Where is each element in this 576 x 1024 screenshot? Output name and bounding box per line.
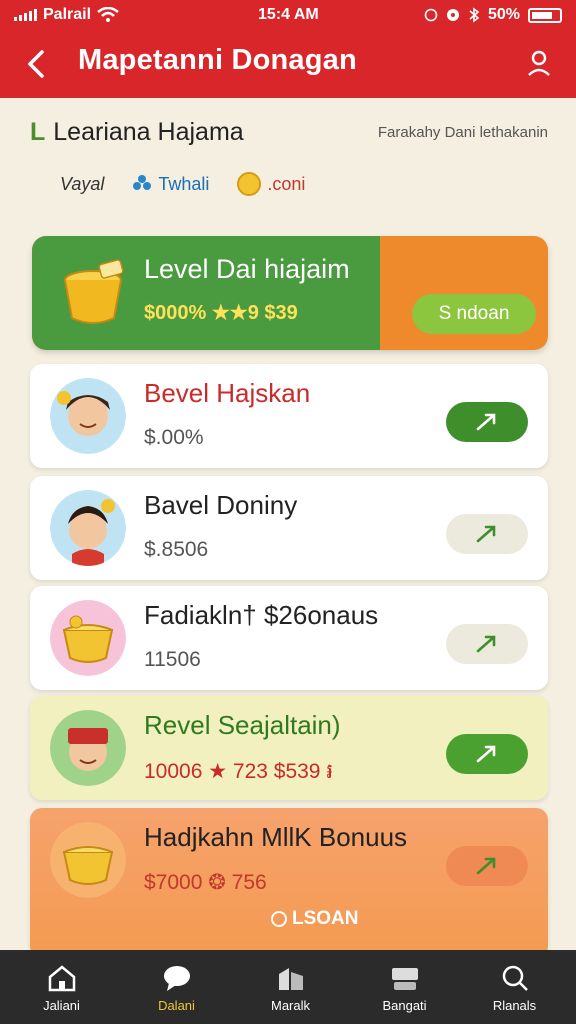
share-button[interactable] — [446, 734, 528, 774]
list-item[interactable]: Bevel Hajskan $.00% — [30, 364, 548, 468]
nav-label: Jaliani — [43, 998, 80, 1013]
section-subtitle: Farakahy Dani lethakanin — [377, 124, 548, 141]
nav-label: Bangati — [382, 998, 427, 1013]
filter-chips: Vayal Twhali .coni — [60, 172, 305, 196]
chip-label: .coni — [267, 173, 306, 194]
avatar — [50, 490, 126, 566]
item-subtitle: 10006 ★ 723 $539 ៛ — [144, 760, 333, 783]
bucket-icon — [64, 259, 124, 324]
nav-chat[interactable]: Dalani — [119, 950, 234, 1024]
item-title: Bavel Doniny — [144, 490, 298, 520]
nav-label: Dalani — [158, 998, 195, 1013]
carrier-label: Palrail — [43, 6, 92, 23]
share-button[interactable] — [446, 514, 528, 554]
flower-icon — [133, 175, 152, 190]
share-arrow-icon — [476, 857, 496, 875]
avatar — [50, 710, 126, 786]
share-arrow-icon — [476, 745, 496, 763]
avatar — [50, 378, 126, 454]
section-title-text: Leariana Hajama — [53, 118, 244, 146]
list-item[interactable]: Bavel Doniny $.8506 — [30, 476, 548, 580]
featured-meta: $000% ★★9 $39 — [144, 302, 298, 324]
card-icon — [391, 968, 418, 990]
coin-icon — [237, 172, 262, 196]
bluetooth-icon — [469, 7, 480, 23]
search-icon — [502, 965, 528, 991]
nav-home[interactable]: Jaliani — [4, 950, 119, 1024]
loan-icon — [271, 911, 287, 927]
alarm-icon — [424, 8, 438, 22]
chip-coni[interactable]: .coni — [237, 172, 305, 196]
back-button[interactable] — [22, 46, 52, 82]
loan-badge[interactable]: LSOAN — [270, 908, 359, 930]
list-item[interactable]: Revel Seajaltain) 10006 ★ 723 $539 ៛ — [30, 696, 548, 800]
battery-percent: 50% — [487, 6, 520, 23]
item-subtitle: 11506 — [144, 648, 201, 671]
building-icon — [278, 968, 303, 990]
basket-icon — [50, 822, 126, 898]
nav-label: Rlanals — [492, 998, 537, 1013]
nav-bangati[interactable]: Bangati — [347, 950, 462, 1024]
battery-icon — [528, 7, 562, 23]
item-title: Hadjkahn MllK Bonuus — [144, 822, 408, 852]
item-subtitle: $.8506 — [144, 538, 209, 561]
share-button[interactable] — [446, 624, 528, 664]
location-icon — [446, 9, 459, 21]
page-title: Mapetanni Donagan — [78, 44, 357, 76]
profile-button[interactable] — [524, 48, 554, 78]
signal-icon — [14, 9, 37, 21]
featured-title: Level Dai hiajaim — [144, 254, 350, 284]
app-header: Palrail 15:4 AM 50% Mapetanni Donagan — [0, 0, 576, 98]
share-button[interactable] — [446, 846, 528, 886]
item-title: Revel Seajaltain) — [144, 710, 341, 740]
section-mark: L — [30, 118, 46, 146]
chip-twhali[interactable]: Twhali — [132, 174, 209, 195]
nav-market[interactable]: Maralk — [233, 950, 348, 1024]
item-subtitle: $7000 ❂ 756 — [144, 871, 267, 894]
item-subtitle: $.00% — [144, 426, 204, 449]
share-arrow-icon — [476, 413, 496, 431]
item-title: Bevel Hajskan — [144, 378, 311, 408]
section-title: L Leariana Hajama — [30, 118, 244, 147]
nav-search[interactable]: Rlanals — [457, 950, 572, 1024]
nav-label: Maralk — [270, 998, 310, 1013]
featured-level-card[interactable]: Level Dai hiajaim $000% ★★9 $39 S ndoan — [32, 236, 548, 350]
chip-vayal[interactable]: Vayal — [60, 174, 104, 195]
home-icon — [48, 965, 75, 992]
loan-label: LSOAN — [292, 908, 359, 929]
clock: 15:4 AM — [258, 6, 319, 23]
wifi-icon — [97, 7, 119, 22]
featured-action-button[interactable]: S ndoan — [412, 294, 536, 334]
chip-label: Vayal — [60, 173, 105, 194]
list-item[interactable]: Hadjkahn MllK Bonuus $7000 ❂ 756 LSOAN — [30, 808, 548, 958]
share-arrow-icon — [476, 635, 496, 653]
bottom-navigation: Jaliani Dalani Maralk Bangati Rlanals — [0, 950, 576, 1024]
list-item[interactable]: Fadiakln† $26onaus 11506 — [30, 586, 548, 690]
share-arrow-icon — [476, 525, 496, 543]
chip-label: Twhali — [158, 173, 210, 194]
share-button[interactable] — [446, 402, 528, 442]
status-bar: Palrail 15:4 AM 50% — [0, 0, 576, 30]
chat-icon — [163, 966, 190, 991]
basket-icon — [50, 600, 126, 676]
item-title: Fadiakln† $26onaus — [144, 600, 379, 630]
